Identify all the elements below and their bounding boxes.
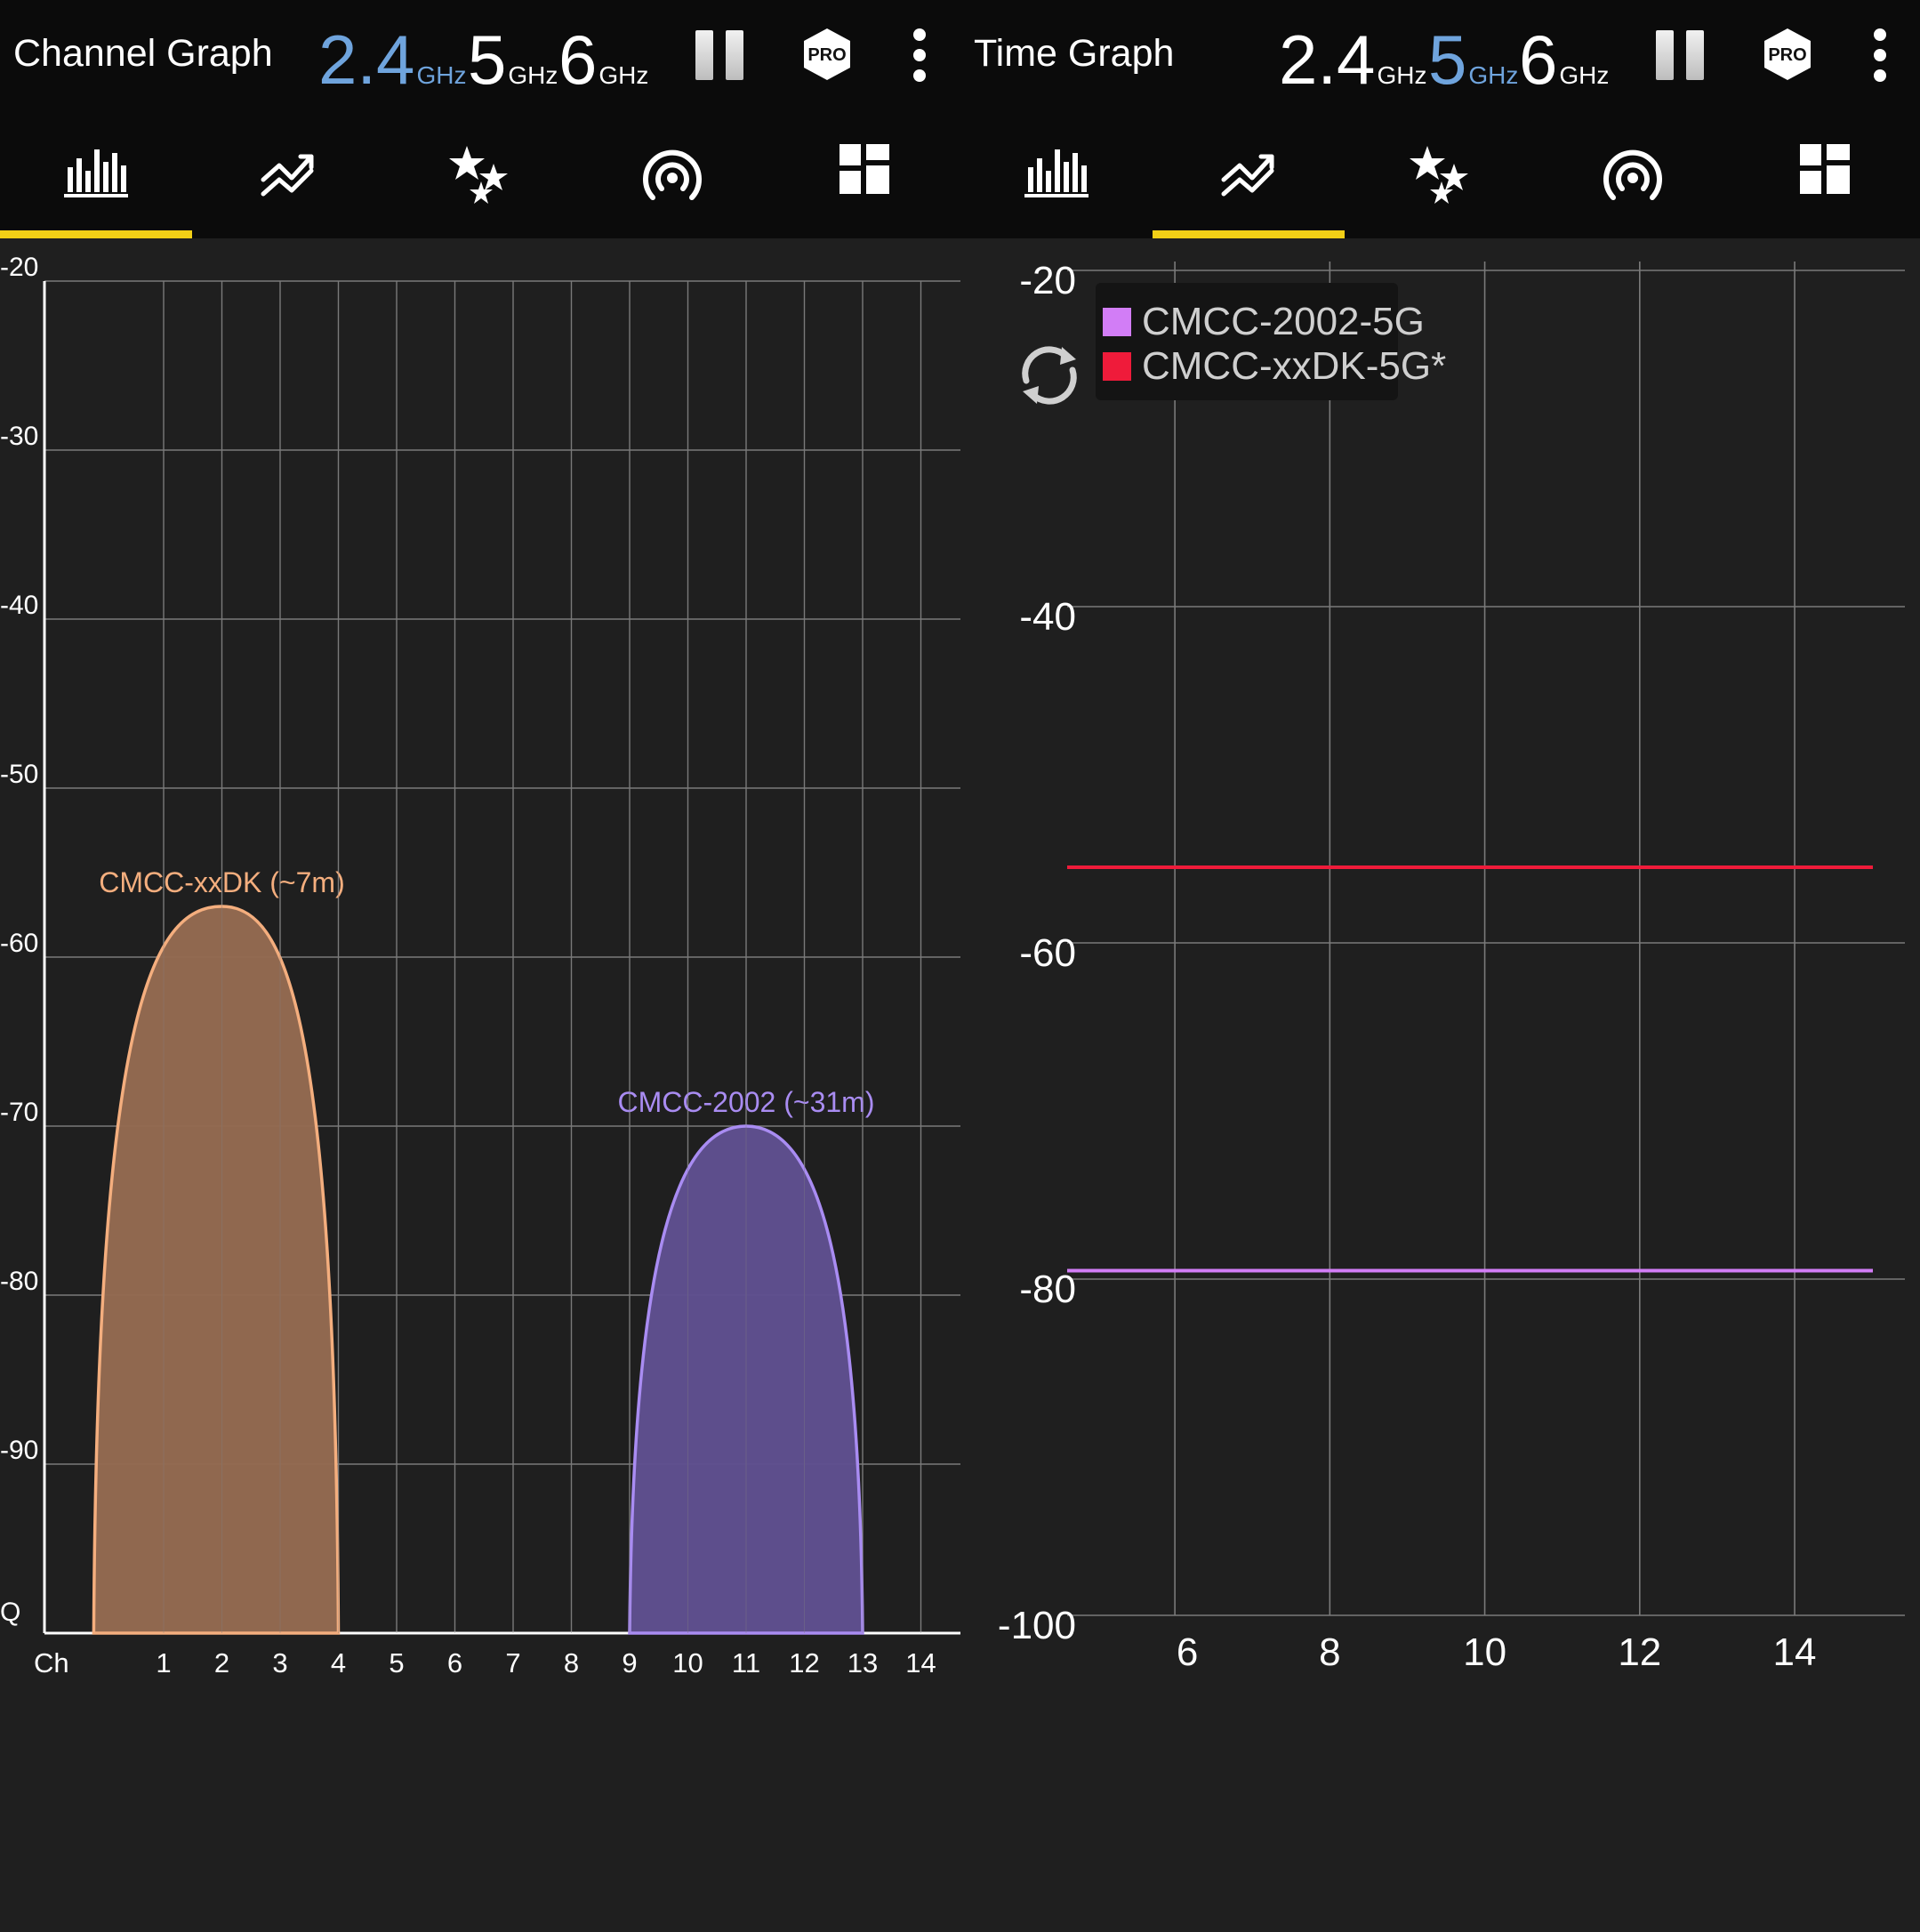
band-unit: GHz	[1377, 61, 1427, 89]
x-tick-label: 12	[1618, 1630, 1661, 1674]
pro-label: PRO	[1768, 45, 1806, 65]
pro-label: PRO	[807, 45, 846, 65]
x-tick-label: 8	[1319, 1630, 1340, 1674]
channel-graph-panel: Channel Graph 2.4GHz 5GHz 6GHz PRO -20 -…	[0, 0, 960, 1932]
x-tick-label: 9	[622, 1647, 637, 1678]
dashboard-grid-icon	[839, 144, 889, 194]
legend-swatch	[1103, 308, 1131, 336]
x-tick-label: 8	[564, 1647, 579, 1678]
band-unit: GHz	[508, 61, 558, 89]
signal-curve	[92, 905, 341, 1635]
x-tick-label: 6	[1177, 1630, 1198, 1674]
bar-chart-icon	[64, 149, 128, 197]
x-tick-label: 5	[389, 1647, 404, 1678]
x-tick-label: 10	[672, 1647, 703, 1678]
legend-swatch	[1103, 352, 1131, 381]
tab-channel-graph[interactable]	[0, 125, 192, 238]
y-tick-label: -90	[0, 1436, 38, 1465]
tab-dashboard[interactable]	[768, 125, 960, 238]
y-tick-label: -80	[0, 1267, 38, 1296]
y-tick-label: Q	[0, 1598, 20, 1627]
trend-line-icon	[1221, 154, 1274, 197]
tab-time-graph[interactable]	[192, 125, 384, 238]
band-value: 6	[558, 20, 598, 99]
legend-label: CMCC-xxDK-5G*	[1142, 344, 1447, 388]
y-tick-label: -60	[0, 929, 38, 958]
x-tick-label: 13	[848, 1647, 878, 1678]
y-tick-label: -80	[1019, 1268, 1076, 1311]
band-2-4ghz-button[interactable]: 2.4GHz	[1279, 25, 1426, 110]
x-tick-label: 14	[1773, 1630, 1817, 1674]
page-title: Channel Graph	[13, 32, 273, 75]
bar-chart-icon	[1024, 149, 1089, 197]
band-unit: GHz	[1559, 61, 1610, 89]
x-tick-label: 3	[272, 1647, 287, 1678]
time-graph-panel: Time Graph 2.4GHz 5GHz 6GHz PRO -20 -40 …	[960, 0, 1920, 1932]
band-value: 5	[1428, 20, 1467, 99]
x-tick-label: 4	[331, 1647, 346, 1678]
tab-channel-rating[interactable]	[384, 125, 576, 238]
y-tick-label: -40	[0, 591, 38, 620]
x-tick-label: 10	[1463, 1630, 1506, 1674]
signal-access-point-icon	[643, 149, 702, 200]
more-options-icon[interactable]	[1871, 28, 1889, 82]
tab-channel-graph[interactable]	[960, 125, 1153, 238]
dashboard-grid-icon	[1800, 144, 1850, 194]
band-6ghz-button[interactable]: 6GHz	[558, 25, 648, 110]
tab-access-points[interactable]	[576, 125, 768, 238]
x-tick-label: 6	[447, 1647, 462, 1678]
y-tick-label: -20	[1019, 259, 1076, 302]
band-unit: GHz	[1468, 61, 1519, 89]
tab-time-graph[interactable]	[1153, 125, 1345, 238]
time-graph-chart: -20 -40 -60 -80 -100 6 8 10 12 14	[998, 259, 1905, 1674]
y-tick-label: -60	[1019, 931, 1076, 975]
selected-tab-indicator	[0, 230, 192, 238]
pro-badge-icon[interactable]: PRO	[1760, 27, 1815, 82]
y-tick-label: -100	[998, 1604, 1076, 1647]
x-axis-label: Ch	[34, 1647, 69, 1678]
more-options-icon[interactable]	[911, 28, 928, 82]
app-bar: Channel Graph 2.4GHz 5GHz 6GHz PRO	[0, 0, 960, 125]
tab-dashboard[interactable]	[1729, 125, 1920, 238]
tab-access-points[interactable]	[1537, 125, 1729, 238]
legend-label: CMCC-2002-5G	[1142, 300, 1425, 343]
y-tick-label: -70	[0, 1098, 38, 1127]
trend-line-icon	[261, 154, 314, 197]
app-bar: Time Graph 2.4GHz 5GHz 6GHz PRO	[960, 0, 1920, 125]
x-tick-label: 7	[505, 1647, 520, 1678]
selected-tab-indicator	[1153, 230, 1345, 238]
pro-badge-icon[interactable]: PRO	[799, 27, 855, 82]
band-unit: GHz	[416, 61, 467, 89]
y-tick-label: -50	[0, 760, 38, 789]
refresh-icon[interactable]	[1014, 340, 1085, 411]
stars-icon	[449, 146, 508, 204]
x-tick-label: 11	[732, 1647, 760, 1678]
y-tick-label: -30	[0, 422, 38, 451]
channel-graph-chart: -20-30-40-50-60-70-80-90QCh 1 2 3 4 5 6 7 8 9 10 11…	[0, 253, 960, 1678]
band-unit: GHz	[598, 61, 649, 89]
pause-icon[interactable]	[1656, 30, 1706, 80]
band-5ghz-button[interactable]: 5GHz	[468, 25, 558, 110]
band-6ghz-button[interactable]: 6GHz	[1519, 25, 1609, 110]
tab-bar	[960, 125, 1920, 238]
stars-icon	[1410, 146, 1468, 204]
signal-access-point-icon	[1603, 149, 1662, 200]
band-value: 5	[468, 20, 507, 99]
y-tick-label: -20	[0, 253, 38, 282]
band-value: 6	[1519, 20, 1558, 99]
band-value: 2.4	[318, 20, 415, 99]
x-tick-label: 1	[156, 1647, 171, 1678]
x-tick-label: 14	[905, 1647, 936, 1678]
chart-legend: CMCC-2002-5G CMCC-xxDK-5G*	[1096, 283, 1446, 400]
y-tick-label: -40	[1019, 595, 1076, 639]
pause-icon[interactable]	[695, 30, 745, 80]
tab-bar	[0, 125, 960, 238]
band-value: 2.4	[1279, 20, 1376, 99]
band-5ghz-button[interactable]: 5GHz	[1428, 25, 1518, 110]
band-2-4ghz-button[interactable]: 2.4GHz	[318, 25, 466, 110]
tab-channel-rating[interactable]	[1345, 125, 1537, 238]
x-tick-label: 12	[789, 1647, 819, 1678]
page-title: Time Graph	[974, 32, 1175, 75]
x-tick-label: 2	[214, 1647, 229, 1678]
